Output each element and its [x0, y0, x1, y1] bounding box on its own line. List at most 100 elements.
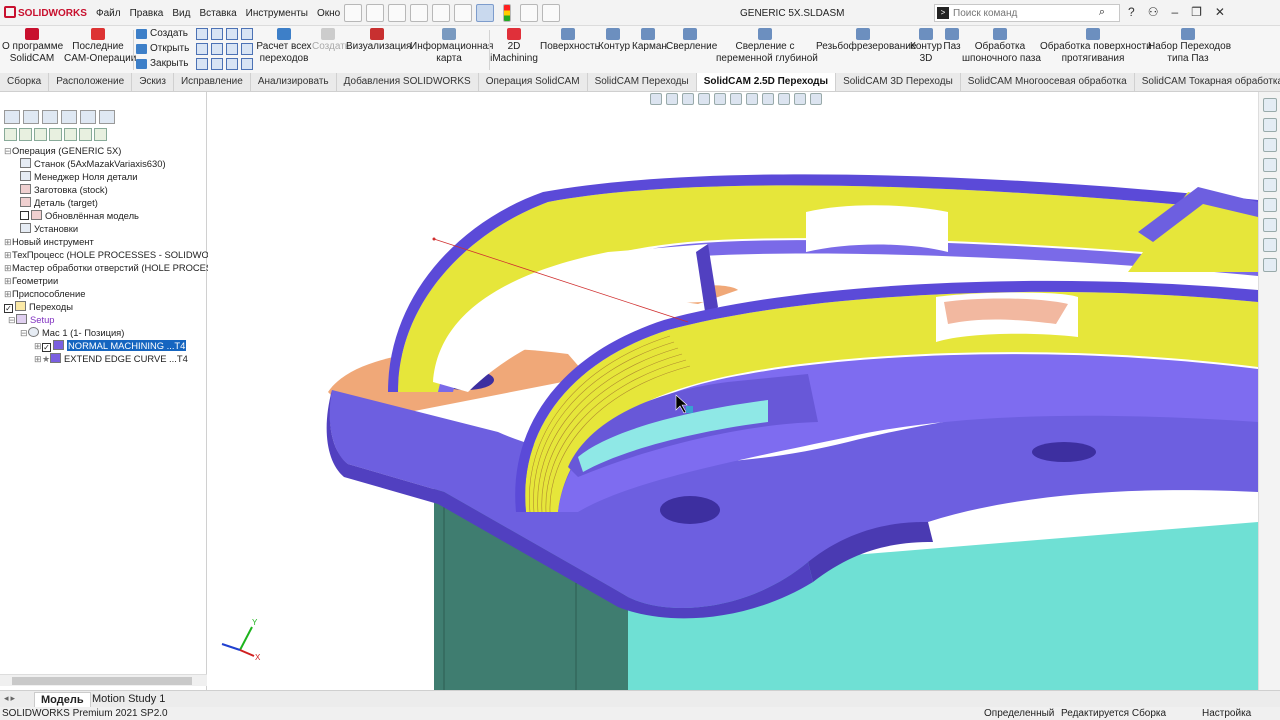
drilling-button[interactable]: Сверление: [666, 28, 717, 53]
about-solidcam-button[interactable]: О программе SolidCAM: [2, 28, 63, 65]
solidcam-icon[interactable]: [1262, 238, 1277, 252]
tool-icon[interactable]: [211, 28, 223, 40]
restore-icon[interactable]: ❐: [1191, 5, 1202, 19]
tool-icon[interactable]: [196, 43, 208, 55]
open-icon[interactable]: [388, 4, 406, 22]
file-explorer-icon[interactable]: [1262, 158, 1277, 172]
rebuild-traffic-light-icon[interactable]: [503, 4, 511, 22]
tool-icon[interactable]: [211, 58, 223, 70]
visibility-checkbox[interactable]: [20, 211, 29, 220]
tree-item-target[interactable]: Деталь (target): [20, 196, 98, 209]
tree-item-hole-wizard[interactable]: ⊞Мастер обработки отверстий (HOLE PROCES…: [4, 261, 218, 274]
tree-item-geometries[interactable]: ⊞Геометрии: [4, 274, 58, 287]
dimxpert-tab-icon[interactable]: [61, 110, 77, 124]
info-card-button[interactable]: Информационная карта: [410, 28, 493, 65]
scene-icon[interactable]: [794, 93, 806, 105]
tool-icon[interactable]: [241, 28, 253, 40]
tree-item-mac1[interactable]: ⊟ Mac 1 (1- Позиция): [20, 326, 124, 339]
file-properties-icon[interactable]: [520, 4, 538, 22]
undo-icon[interactable]: [454, 4, 472, 22]
close-button[interactable]: Закрыть: [136, 58, 189, 69]
tool-icon[interactable]: [196, 28, 208, 40]
menu-file[interactable]: Файл: [96, 8, 121, 19]
tree-item-operation[interactable]: ⊟Операция (GENERIC 5X): [4, 144, 121, 157]
search-icon[interactable]: ⌕: [1099, 6, 1105, 19]
tool-icon[interactable]: [211, 43, 223, 55]
tab-sketch[interactable]: Эскиз: [132, 73, 174, 91]
zoom-to-fit-icon[interactable]: [650, 93, 662, 105]
appearance-icon[interactable]: [778, 93, 790, 105]
expand-icon[interactable]: ⊞: [34, 353, 42, 365]
tab-solidcam-operations[interactable]: SolidCAM Переходы: [588, 73, 697, 91]
create-button[interactable]: Создать: [136, 28, 188, 39]
menu-window[interactable]: Окно: [317, 8, 340, 19]
save-icon[interactable]: [410, 4, 428, 22]
tab-evaluate[interactable]: Анализировать: [251, 73, 337, 91]
tab-layout[interactable]: Расположение: [49, 73, 133, 91]
design-library-icon[interactable]: [1262, 138, 1277, 152]
solidworks-logo[interactable]: SOLIDWORKS: [4, 6, 87, 19]
add-icon[interactable]: [19, 128, 32, 141]
tool-icon[interactable]: [226, 58, 238, 70]
calculate-all-button[interactable]: Расчет всех переходов: [256, 28, 312, 65]
tree-item-setup[interactable]: ⊟ Setup: [8, 313, 55, 326]
tab-model[interactable]: Модель: [34, 692, 91, 707]
visualization-button[interactable]: Визуализация: [346, 28, 411, 53]
menu-edit[interactable]: Правка: [130, 8, 164, 19]
expand-icon[interactable]: ⊞: [34, 340, 42, 352]
variable-depth-drilling-button[interactable]: Сверление с переменной глубиной: [716, 28, 818, 65]
tab-markup[interactable]: Исправление: [174, 73, 251, 91]
expand-icon[interactable]: ⊞: [4, 262, 12, 274]
forum-icon[interactable]: [1262, 258, 1277, 272]
horizontal-scrollbar[interactable]: [0, 674, 207, 686]
collapse-icon[interactable]: ⊟: [4, 145, 12, 157]
home-icon[interactable]: [344, 4, 362, 22]
tab-solidcam-25d[interactable]: SolidCAM 2.5D Переходы: [696, 73, 837, 91]
view-settings-icon[interactable]: [810, 93, 822, 105]
expand-icon[interactable]: ⊞: [4, 249, 12, 261]
options-gear-icon[interactable]: [542, 4, 560, 22]
home-icon[interactable]: [1262, 98, 1277, 112]
tree-item-stock[interactable]: Заготовка (stock): [20, 183, 108, 196]
tree-item-normal-machining[interactable]: ⊞ ✓ NORMAL MACHINING ...T4: [34, 339, 187, 352]
tree-item-extend-edge-curve[interactable]: ⊞★ EXTEND EDGE CURVE ...T4: [34, 352, 188, 365]
new-icon[interactable]: [4, 128, 17, 141]
keyslot-machining-button[interactable]: Обработка шпоночного паза: [962, 28, 1041, 65]
solidcam-manager-tab-icon[interactable]: [99, 110, 115, 124]
tab-assembly[interactable]: Сборка: [0, 73, 50, 91]
graphics-area[interactable]: Y X: [208, 92, 1258, 690]
profile-button[interactable]: Контур: [598, 28, 630, 53]
tool-icon[interactable]: [241, 43, 253, 55]
report-icon[interactable]: [64, 128, 77, 141]
tab-solidcam-3d[interactable]: SolidCAM 3D Переходы: [836, 73, 961, 91]
tree-item-operations[interactable]: ✓ Переходы: [4, 300, 73, 313]
tab-addins[interactable]: Добавления SOLIDWORKS: [337, 73, 479, 91]
minimize-icon[interactable]: –: [1171, 5, 1178, 19]
appearances-icon[interactable]: [1262, 198, 1277, 212]
tool-icon[interactable]: [226, 43, 238, 55]
thread-milling-button[interactable]: Резьбофрезерование: [816, 28, 916, 53]
tab-solidcam-operation[interactable]: Операция SolidCAM: [479, 73, 588, 91]
folder-icon[interactable]: [34, 128, 47, 141]
close-icon[interactable]: ✕: [1215, 5, 1225, 19]
menu-insert[interactable]: Вставка: [199, 8, 236, 19]
display-manager-tab-icon[interactable]: [80, 110, 96, 124]
slot-process-set-button[interactable]: Набор Переходов типа Паз: [1148, 28, 1231, 65]
broach-machining-button[interactable]: Обработка поверхности протягивания: [1040, 28, 1152, 65]
menu-tools[interactable]: Инструменты: [246, 8, 308, 19]
status-customize[interactable]: Настройка: [1202, 707, 1251, 720]
expand-icon[interactable]: ⊞: [4, 288, 12, 300]
imachining-2d-button[interactable]: 2D iMachining: [490, 28, 538, 65]
recent-cam-operations-button[interactable]: Последние CAM-Операции: [64, 28, 136, 65]
tool-icon[interactable]: [196, 58, 208, 70]
view-orientation-icon[interactable]: [730, 93, 742, 105]
collapse-icon[interactable]: ⊟: [20, 327, 28, 339]
operation-checkbox[interactable]: ✓: [42, 343, 51, 352]
hide-show-items-icon[interactable]: [762, 93, 774, 105]
operations-checkbox[interactable]: ✓: [4, 304, 13, 313]
tab-solidcam-multiaxis[interactable]: SolidCAM Многоосевая обработка: [961, 73, 1135, 91]
section-view-icon[interactable]: [698, 93, 710, 105]
feature-manager-tab-icon[interactable]: [4, 110, 20, 124]
resources-icon[interactable]: [1262, 118, 1277, 132]
collapse-icon[interactable]: ⊟: [8, 314, 16, 326]
